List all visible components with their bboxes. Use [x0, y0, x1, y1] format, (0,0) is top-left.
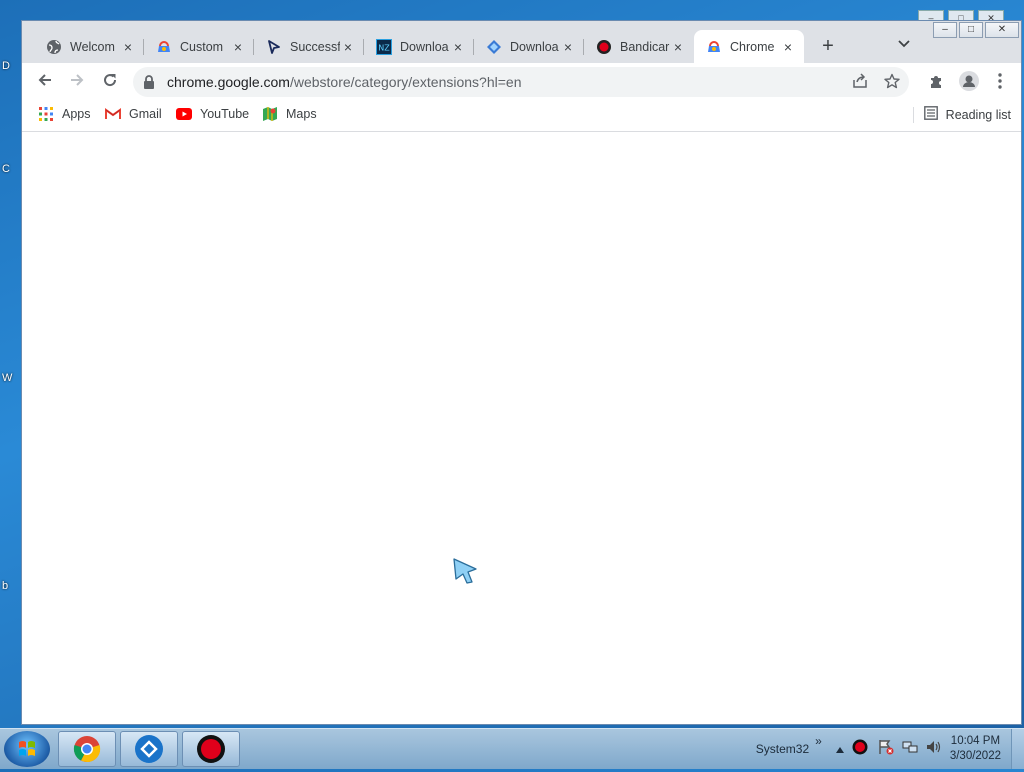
bookmarks-bar: Apps Gmail YouTube Maps Reading list — [22, 100, 1021, 132]
tab-active[interactable]: Chrome × — [694, 30, 804, 63]
bookmarks-divider — [912, 106, 914, 123]
bookmark-star-icon[interactable] — [883, 73, 901, 94]
clock-date: 3/30/2022 — [949, 750, 1001, 762]
toolbar: chrome.google.com/webstore/category/exte… — [22, 63, 1021, 100]
tab[interactable]: Downloa × — [474, 30, 584, 63]
gmail-icon — [105, 106, 121, 122]
back-button[interactable] — [34, 71, 56, 93]
tab[interactable]: NZ Downloa × — [364, 30, 474, 63]
minimize-button[interactable]: – — [933, 22, 957, 38]
bookmark-maps[interactable]: Maps — [262, 106, 317, 122]
page-content — [22, 132, 1021, 724]
tab-search-button[interactable] — [898, 37, 910, 51]
tab-close-icon[interactable]: × — [230, 39, 246, 55]
toolbar-chevron-icon[interactable]: » — [815, 734, 822, 748]
action-center-flag-icon[interactable] — [878, 739, 894, 760]
reload-icon — [104, 74, 117, 87]
url-host: chrome.google.com — [167, 74, 290, 90]
desktop-icon-label: b — [2, 580, 9, 592]
svg-text:NZ: NZ — [378, 43, 390, 52]
bookmark-label: Maps — [286, 107, 317, 121]
chrome-webstore-icon — [156, 39, 172, 55]
reading-list-icon — [923, 106, 938, 123]
volume-icon[interactable] — [926, 739, 942, 760]
extensions-puzzle-icon[interactable] — [927, 73, 945, 94]
desktop-icon-label: D — [2, 60, 10, 72]
clock[interactable]: 10:04 PM 3/30/2022 — [950, 734, 1001, 764]
taskbar-bandicam-button[interactable] — [182, 731, 240, 767]
tab-title: Custom — [180, 39, 224, 54]
maps-icon — [262, 106, 278, 122]
reading-list-button[interactable]: Reading list — [912, 106, 1011, 123]
tab-title: Chrome — [730, 39, 775, 54]
bookmark-gmail[interactable]: Gmail — [105, 106, 162, 122]
download-site-icon: NZ — [376, 38, 392, 55]
tab-close-icon[interactable]: × — [450, 39, 466, 55]
taskbar-chrome-button[interactable] — [58, 731, 116, 767]
cursor-arrow-icon — [266, 39, 282, 55]
arrow-left-icon — [38, 74, 51, 86]
bookmark-apps[interactable]: Apps — [38, 106, 91, 122]
tab-title: Successf — [290, 39, 340, 54]
tab-title: Downloa — [510, 39, 559, 54]
bandicam-icon — [596, 39, 612, 55]
arrow-right-icon — [71, 74, 84, 86]
bandicam-tray-icon[interactable] — [852, 739, 868, 760]
bookmark-label: YouTube — [200, 107, 250, 121]
tab[interactable]: Custom × — [144, 30, 254, 63]
tab[interactable]: Successf × — [254, 30, 364, 63]
bandicam-icon — [197, 735, 225, 763]
tab-close-icon[interactable]: × — [120, 39, 136, 55]
apps-grid-icon — [38, 106, 54, 122]
maximize-button[interactable]: □ — [959, 22, 983, 38]
tab-title: Downloa — [400, 39, 449, 54]
show-desktop-button[interactable] — [1011, 729, 1024, 769]
chevron-down-icon — [898, 40, 910, 48]
close-button[interactable]: ✕ — [985, 22, 1019, 38]
globe-icon — [46, 39, 62, 55]
show-hidden-icons-arrow-icon[interactable] — [835, 740, 844, 758]
url-path: /webstore/category/extensions?hl=en — [289, 74, 522, 90]
mouse-cursor-icon — [452, 557, 482, 590]
start-button[interactable] — [4, 731, 50, 767]
toolbar-label[interactable]: System32 — [756, 742, 809, 756]
share-icon[interactable] — [851, 73, 869, 94]
taskbar: System32 » 10:04 PM 3/30/2022 — [0, 728, 1024, 769]
bookmark-label: Apps — [62, 107, 91, 121]
tab-close-icon[interactable]: × — [670, 39, 686, 55]
taskbar-bluestacks-button[interactable] — [120, 731, 178, 767]
tab-strip: Welcom × Custom × Successf × NZ Downloa … — [22, 21, 1021, 63]
reading-list-label: Reading list — [945, 107, 1011, 122]
tab-close-icon[interactable]: × — [780, 39, 796, 55]
chrome-icon — [73, 736, 101, 763]
window-controls: – □ ✕ — [933, 22, 1019, 38]
tab-title: Welcom — [70, 39, 115, 54]
desktop-icon-label: W — [2, 372, 13, 384]
lock-icon — [143, 75, 155, 89]
system-tray: System32 » 10:04 PM 3/30/2022 — [756, 729, 1024, 769]
forward-button[interactable] — [66, 71, 88, 93]
chrome-webstore-icon — [706, 39, 722, 55]
clock-time: 10:04 PM — [950, 735, 1001, 747]
menu-kebab-icon[interactable] — [991, 73, 1009, 94]
network-icon[interactable] — [902, 739, 918, 760]
address-bar[interactable]: chrome.google.com/webstore/category/exte… — [133, 67, 909, 97]
bookmark-youtube[interactable]: YouTube — [176, 106, 249, 122]
new-tab-button[interactable]: + — [818, 35, 838, 58]
url-text[interactable]: chrome.google.com/webstore/category/exte… — [167, 74, 522, 90]
tab-title: Bandicar — [620, 39, 670, 54]
tab-close-icon[interactable]: × — [340, 39, 356, 55]
bluestacks-icon — [135, 735, 163, 763]
profile-avatar-icon[interactable] — [959, 71, 979, 96]
reload-button[interactable] — [99, 71, 121, 93]
chrome-window: – □ ✕ Welcom × Custom × Successf × NZ Do… — [21, 20, 1022, 725]
youtube-icon — [176, 106, 192, 122]
desktop-icon-label: C — [2, 163, 10, 175]
tab-close-icon[interactable]: × — [560, 39, 576, 55]
bluestacks-icon — [486, 39, 502, 55]
tab[interactable]: Bandicar × — [584, 30, 694, 63]
tab[interactable]: Welcom × — [34, 30, 144, 63]
bookmark-label: Gmail — [129, 107, 162, 121]
windows-logo-icon — [19, 741, 35, 756]
